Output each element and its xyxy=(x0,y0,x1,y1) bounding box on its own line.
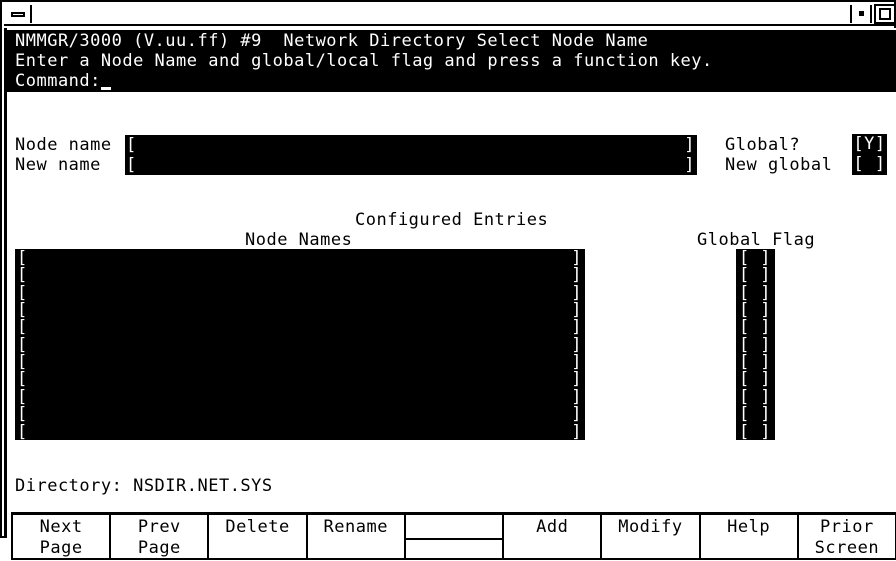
function-key-label-line1: Help xyxy=(727,517,771,537)
configured-entries-title: Configured Entries xyxy=(355,210,549,230)
node-name-label: Node name xyxy=(15,135,112,155)
bracket-open: [ xyxy=(739,317,750,338)
restore-icon xyxy=(859,11,864,16)
function-key-label-line2 xyxy=(504,538,600,559)
new-global-flag-label: New global xyxy=(725,155,833,175)
node-names-row[interactable]: [] xyxy=(15,250,585,267)
global-flags-row[interactable]: [] xyxy=(736,421,775,442)
global-flags-list[interactable]: [][][][][][][][][][][] xyxy=(736,249,775,440)
bracket-open: [ xyxy=(126,135,137,155)
function-key-label-line1: Modify xyxy=(618,517,683,537)
function-key-label-line2 xyxy=(406,540,502,561)
bracket-open: [ xyxy=(739,404,750,425)
node-names-row[interactable]: [] xyxy=(15,354,585,371)
header-block: NMMGR/3000 (V.uu.ff) #9 Network Director… xyxy=(7,30,896,92)
page-title: NMMGR/3000 (V.uu.ff) #9 Network Director… xyxy=(15,31,649,51)
node-names-row[interactable]: [] xyxy=(15,388,585,406)
new-global-flag-input[interactable]: [ ] xyxy=(852,154,887,175)
bracket-open: [ xyxy=(17,404,28,425)
bracket-close: ] xyxy=(684,135,695,155)
maximize-button[interactable] xyxy=(874,4,896,24)
bracket-close: ] xyxy=(760,404,771,425)
function-key-label-line2 xyxy=(602,538,698,559)
bracket-open: [ xyxy=(126,155,137,175)
function-key-label-line1: Next xyxy=(39,517,83,537)
minimize-icon xyxy=(11,12,25,17)
function-key-label-line2 xyxy=(701,538,797,559)
bracket-close: ] xyxy=(760,317,771,338)
window-titlebar[interactable] xyxy=(4,4,896,26)
bracket-open: [ xyxy=(739,265,750,286)
column-header-global-flag: Global Flag xyxy=(697,230,816,250)
global-flag-input[interactable]: [Y] xyxy=(852,134,887,155)
maximize-icon xyxy=(879,8,891,20)
bracket-close: ] xyxy=(571,404,582,425)
terminal-window: NMMGR/3000 (V.uu.ff) #9 Network Director… xyxy=(0,0,896,560)
instruction-text: Enter a Node Name and global/local flag … xyxy=(15,51,713,71)
terminal-screen: NMMGR/3000 (V.uu.ff) #9 Network Director… xyxy=(4,28,896,560)
function-key-label-line1 xyxy=(405,517,503,540)
function-key-label-line2: Screen xyxy=(814,538,880,558)
bracket-open: [ xyxy=(739,421,750,442)
bracket-open: [ xyxy=(739,369,750,390)
global-flag-label: Global? xyxy=(725,135,801,155)
bracket-close: ] xyxy=(684,155,695,175)
function-key-label-line2: Page xyxy=(39,538,83,558)
function-key-label-line1: Delete xyxy=(225,517,290,537)
bracket-open: [ xyxy=(17,369,28,390)
minimize-button[interactable] xyxy=(6,5,32,23)
restore-button[interactable] xyxy=(850,5,872,23)
function-key-bar: Next Page Prev Page Delete Rename Add Modify… xyxy=(11,512,896,560)
node-names-row[interactable]: [] xyxy=(15,319,585,336)
node-names-row[interactable]: [] xyxy=(15,302,585,319)
bracket-close: ] xyxy=(760,421,771,442)
node-names-row[interactable]: [] xyxy=(15,371,585,388)
bracket-open: [ xyxy=(17,265,28,286)
node-names-row[interactable]: [] xyxy=(15,336,585,354)
bracket-close: ] xyxy=(571,421,582,442)
function-key-label-line2 xyxy=(209,538,305,559)
function-key-label-line1: Rename xyxy=(323,517,388,537)
bracket-close: ] xyxy=(571,369,582,390)
bracket-close: ] xyxy=(571,265,582,286)
function-key-label-line1: Prev xyxy=(137,517,181,537)
bracket-close: ] xyxy=(760,369,771,390)
global-flags-row[interactable]: [] xyxy=(736,406,775,423)
node-names-list[interactable]: [][][][][][][][][][][] xyxy=(15,249,585,440)
command-label: Command: xyxy=(15,71,101,91)
node-names-row[interactable]: [] xyxy=(15,284,585,302)
bracket-close: ] xyxy=(760,265,771,286)
command-input-cursor[interactable] xyxy=(101,87,111,90)
new-name-label: New name xyxy=(15,155,101,175)
node-names-row[interactable]: [] xyxy=(15,267,585,284)
bracket-close: ] xyxy=(571,317,582,338)
function-key-label-line2 xyxy=(308,538,404,559)
node-name-input[interactable]: [ ] xyxy=(125,135,697,155)
column-header-node-names: Node Names xyxy=(245,230,353,250)
function-key-label-line1: Add xyxy=(536,517,569,537)
function-key-label-line2: Page xyxy=(137,538,181,558)
node-names-row[interactable]: [] xyxy=(15,421,585,442)
directory-status: Directory: NSDIR.NET.SYS xyxy=(15,476,273,496)
node-names-row[interactable]: [] xyxy=(15,406,585,423)
bracket-open: [ xyxy=(17,421,28,442)
new-name-input[interactable]: [ ] xyxy=(125,155,697,175)
bracket-open: [ xyxy=(17,317,28,338)
function-key-label-line1: Prior xyxy=(820,517,874,537)
